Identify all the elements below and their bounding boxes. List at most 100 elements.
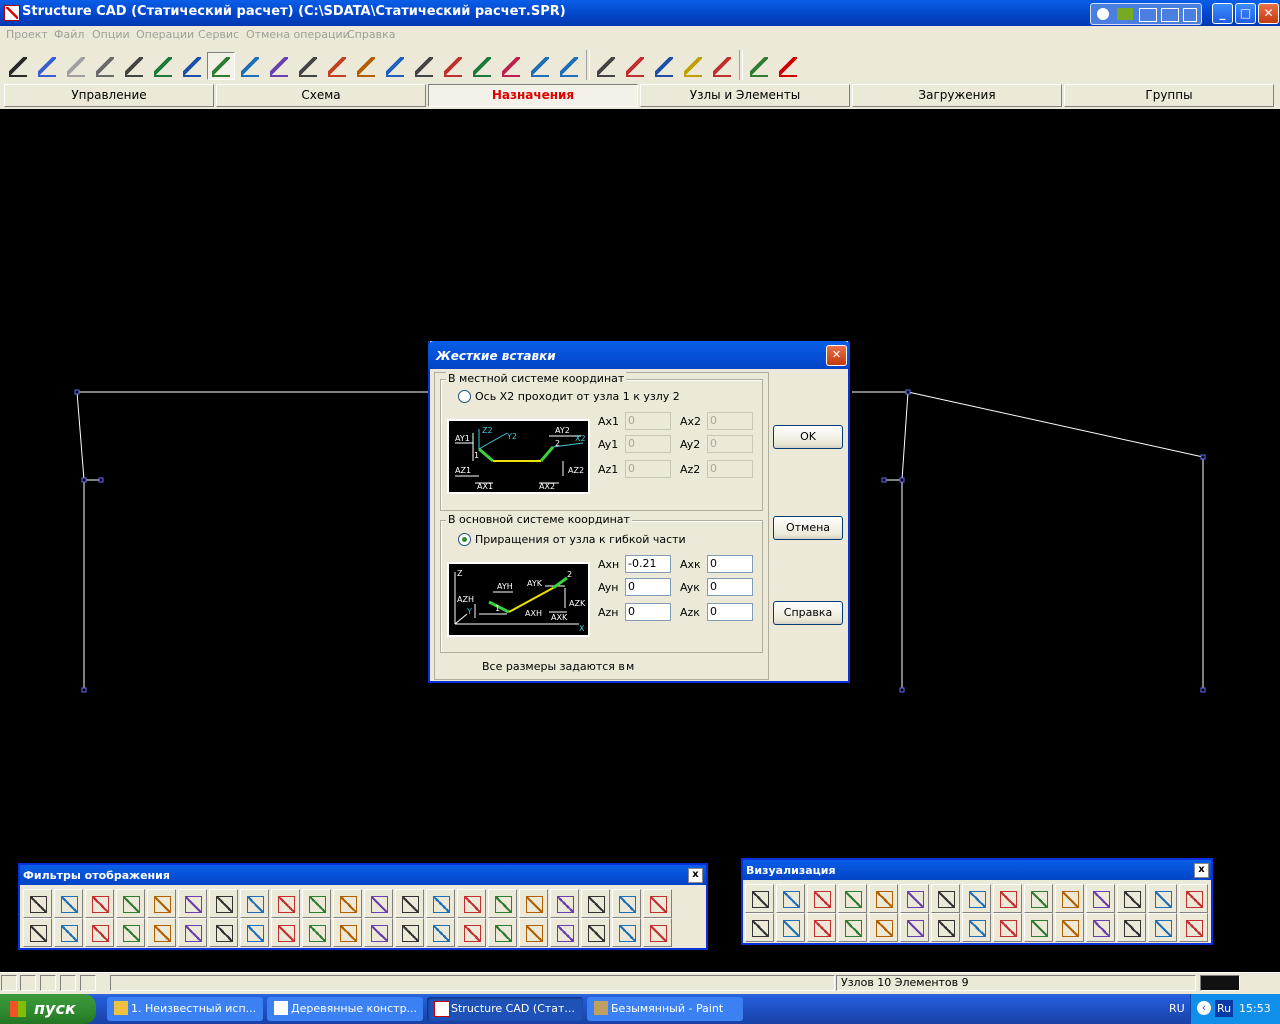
filter-insert-button[interactable] — [488, 889, 517, 918]
tray-back-icon[interactable]: ‹ — [1197, 1001, 1211, 1015]
visual-box-cyan-button[interactable] — [1086, 884, 1115, 913]
local-axis-label[interactable]: Ось X2 проходит от узла 1 к узлу 2 — [475, 390, 680, 403]
filter-numbers-g-button[interactable] — [302, 918, 331, 947]
start-button[interactable]: пуск — [0, 994, 96, 1024]
filter-sigma-button[interactable] — [612, 889, 641, 918]
visual-frame-view-button[interactable] — [807, 913, 836, 942]
visual-cut-button[interactable] — [745, 913, 774, 942]
display-filters-title-bar[interactable]: Фильтры отображения x — [20, 865, 706, 885]
filter-plane-button[interactable] — [550, 918, 579, 947]
toolbar-node-axes-button[interactable] — [410, 52, 438, 80]
visual-projection-button[interactable] — [745, 884, 774, 913]
filter-load-values-button[interactable] — [519, 889, 548, 918]
toolbar-change-type-button[interactable] — [592, 52, 620, 80]
visual-dropdown-view-button[interactable] — [838, 913, 867, 942]
status-view-btn-2[interactable] — [20, 975, 36, 991]
toolbar-check-button[interactable] — [745, 52, 773, 80]
az1-field[interactable]: 0 — [625, 460, 671, 478]
visual-hand-button[interactable] — [1117, 913, 1146, 942]
filter-mesh-button[interactable] — [426, 918, 455, 947]
task-structure-cad[interactable]: Structure CAD (Стат... — [427, 997, 583, 1021]
visual-box-cyan3-button[interactable] — [1148, 884, 1177, 913]
filter-stiffness-numbers-button[interactable] — [240, 889, 269, 918]
display-filters-close-button[interactable]: x — [688, 868, 703, 883]
filter-histogram-button[interactable] — [488, 918, 517, 947]
toolbar-coupled-dof-button[interactable] — [207, 52, 235, 80]
visual-rotate-free-button[interactable] — [900, 884, 929, 913]
dialog-title-bar[interactable]: Жесткие вставки ✕ — [428, 341, 850, 369]
tray-icon-window2[interactable] — [1161, 8, 1179, 22]
toolbar-assign-plate-stiffness-button[interactable] — [33, 52, 61, 80]
filter-pencil-button[interactable] — [23, 889, 52, 918]
nvidia-icon[interactable] — [1097, 8, 1109, 20]
toolbar-material-button[interactable] — [526, 52, 554, 80]
toolbar-assign-solid-button[interactable] — [120, 52, 148, 80]
azn-field[interactable]: 0 — [625, 603, 671, 621]
ay2-field[interactable]: 0 — [707, 435, 753, 453]
ayk-field[interactable]: 0 — [707, 578, 753, 596]
visual-picture-button[interactable] — [1024, 913, 1053, 942]
toolbar-section-button[interactable] — [497, 52, 525, 80]
filter-sum-button[interactable] — [612, 918, 641, 947]
visual-print-button[interactable] — [931, 913, 960, 942]
status-view-btn-4[interactable] — [60, 975, 76, 991]
visual-zoom-button[interactable] — [869, 913, 898, 942]
toolbar-assign-solid-stiffness-button[interactable] — [62, 52, 90, 80]
visual-rotate-x-button[interactable] — [776, 884, 805, 913]
clock[interactable]: 15:53 — [1239, 1002, 1271, 1015]
tab-assignments[interactable]: Назначения — [428, 84, 638, 107]
menu-operations[interactable]: Операции — [136, 28, 194, 41]
status-view-btn-1[interactable] — [1, 975, 17, 991]
filter-distributed-button[interactable] — [643, 889, 672, 918]
menu-undo[interactable]: Отмена операции — [246, 28, 350, 41]
filter-eraser2-button[interactable] — [147, 918, 176, 947]
az2-field[interactable]: 0 — [707, 460, 753, 478]
visual-green-dot-button[interactable] — [962, 913, 991, 942]
visual-rotate-y-button[interactable] — [807, 884, 836, 913]
visual-box-arrow2-button[interactable] — [1055, 884, 1084, 913]
filter-frame-button[interactable] — [395, 918, 424, 947]
status-view-btn-5[interactable] — [80, 975, 96, 991]
maximize-button[interactable]: □ — [1235, 3, 1256, 24]
ime-indicator[interactable]: Ru — [1215, 1000, 1233, 1017]
help-button[interactable]: Справка — [773, 601, 843, 625]
menu-help[interactable]: Справка — [347, 28, 395, 41]
filter-grid-button[interactable] — [54, 918, 83, 947]
toolbar-supports-button[interactable] — [178, 52, 206, 80]
filter-hatch-button[interactable] — [116, 918, 145, 947]
visual-zoom-reset-button[interactable] — [900, 913, 929, 942]
filter-force-button[interactable] — [550, 889, 579, 918]
ay1-field[interactable]: 0 — [625, 435, 671, 453]
visual-red-dot-button[interactable] — [993, 913, 1022, 942]
visual-box-frame2-button[interactable] — [993, 884, 1022, 913]
filter-element-types-button[interactable] — [209, 889, 238, 918]
toolbar-assign-stiffness-button[interactable] — [4, 52, 32, 80]
filter-element-numbers-button[interactable] — [178, 889, 207, 918]
minimize-button[interactable]: _ — [1212, 3, 1233, 24]
filter-color-grid-button[interactable] — [457, 918, 486, 947]
tab-scheme[interactable]: Схема — [216, 84, 426, 107]
visual-green-grid-button[interactable] — [1086, 913, 1115, 942]
title-tray-icons[interactable] — [1090, 3, 1202, 25]
toolbar-plot-button[interactable] — [650, 52, 678, 80]
tab-nodes-elements[interactable]: Узлы и Элементы — [640, 84, 850, 107]
ok-button[interactable]: OK — [773, 425, 843, 449]
task-paint[interactable]: Безымянный - Paint — [587, 997, 743, 1021]
ax2-field[interactable]: 0 — [707, 412, 753, 430]
filter-node-numbers-button[interactable] — [147, 889, 176, 918]
filter-arrows-button[interactable] — [23, 918, 52, 947]
visual-box-frame-button[interactable] — [962, 884, 991, 913]
filter-numbers-n-button[interactable] — [271, 918, 300, 947]
language-indicator[interactable]: RU — [1169, 1002, 1185, 1015]
visual-rotate-free2-button[interactable] — [931, 884, 960, 913]
task-wood[interactable]: Деревянные констр... — [267, 997, 423, 1021]
toolbar-axis-orientation-button[interactable] — [352, 52, 380, 80]
increments-radio[interactable] — [458, 533, 471, 546]
toolbar-rigidity-list-button[interactable] — [708, 52, 736, 80]
toolbar-composite-button[interactable] — [555, 52, 583, 80]
menu-service[interactable]: Сервис — [198, 28, 239, 41]
visualization-close-button[interactable]: x — [1194, 863, 1209, 878]
task-unknown[interactable]: 1. Неизвестный исп... — [107, 997, 263, 1021]
toolbar-hinges-button[interactable] — [265, 52, 293, 80]
filter-numbers-g2-button[interactable] — [333, 918, 362, 947]
